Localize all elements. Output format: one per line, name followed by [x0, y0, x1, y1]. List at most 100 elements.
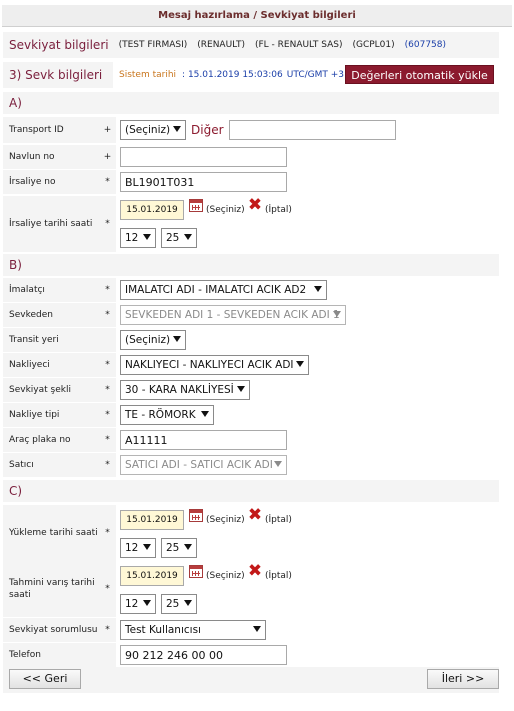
calendar-icon[interactable]: [189, 565, 203, 578]
irsaliye-cancel-label[interactable]: (İptal): [265, 205, 292, 215]
sevkeden-label: Sevkeden: [3, 303, 99, 327]
tahmini-select-label[interactable]: (Seçiniz): [206, 571, 245, 581]
tahmini-hour-select[interactable]: 12: [120, 594, 156, 614]
row-telefon: Telefon 90 212 246 00 00: [3, 643, 499, 667]
nakliye-tipi-label: Nakliye tipi: [3, 403, 99, 427]
transport-id-other-input[interactable]: [229, 120, 396, 140]
row-sevkiyat-sorumlusu: Sevkiyat sorumlusu * Test Kullanıcısı: [3, 618, 499, 642]
chevron-down-icon: [253, 626, 261, 632]
row-irsaliye-tarihi: İrsaliye tarihi saati * 15.01.2019 (Seçi…: [3, 196, 499, 252]
transit-yeri-select[interactable]: (Seçiniz): [120, 330, 186, 350]
sevkeden-select-value: SEVKEDEN ADI 1 - SEVKEDEN ACIK ADI 1: [125, 309, 340, 321]
irsaliye-no-label: İrsaliye no: [3, 170, 99, 194]
chevron-down-icon: [143, 600, 151, 606]
chevron-down-icon: [314, 286, 322, 292]
row-tahmini-varis: Tahmini varış tarihi saati * 15.01.2019 …: [3, 561, 499, 617]
arac-plaka-input[interactable]: A11111: [120, 430, 287, 450]
row-imalatci: İmalatçı * IMALATCI ADI - IMALATCI ACIK …: [3, 278, 499, 302]
imalatci-label: İmalatçı: [3, 278, 99, 302]
yukleme-tarihi-label: Yükleme tarihi saati: [3, 505, 99, 561]
arac-plaka-label: Araç plaka no: [3, 428, 99, 452]
tahmini-minute-value: 25: [166, 598, 180, 610]
nakliyeci-req: *: [99, 353, 116, 377]
tahmini-hour-value: 12: [125, 598, 139, 610]
chevron-down-icon: [173, 336, 181, 342]
group-c-header: C): [3, 480, 499, 502]
yukleme-minute-select[interactable]: 25: [161, 538, 197, 558]
nakliyeci-select[interactable]: NAKLIYECI - NAKLIYECI ACIK ADI: [120, 355, 309, 375]
irsaliye-no-input[interactable]: BL1901T031: [120, 172, 287, 192]
transport-id-select[interactable]: (Seçiniz): [120, 120, 186, 140]
sevkiyat-sekli-label: Sevkiyat şekli: [3, 378, 99, 402]
next-button[interactable]: İleri >>: [427, 669, 499, 689]
system-date-value: : 15.01.2019 15:03:06: [182, 70, 283, 80]
row-navlun-no: Navlun no +: [3, 145, 499, 169]
satici-label: Satıcı: [3, 453, 99, 477]
irsaliye-tarihi-req: *: [99, 196, 116, 252]
cancel-x-icon[interactable]: ✖: [247, 197, 263, 214]
info-bar: Sevkiyat bilgileri (TEST FIRMASI) (RENAU…: [3, 32, 499, 58]
chevron-down-icon: [296, 361, 304, 367]
imalatci-select[interactable]: IMALATCI ADI - IMALATCI ACIK AD2: [120, 280, 327, 300]
info-company: (FL - RENAULT SAS): [254, 40, 343, 50]
chevron-down-icon: [184, 234, 192, 240]
row-satici: Satıcı * SATICI ADI - SATICI ACIK ADI: [3, 453, 499, 477]
chevron-down-icon: [333, 311, 341, 317]
chevron-down-icon: [143, 544, 151, 550]
system-date-label: Sistem tarihi: [119, 70, 177, 80]
transport-id-label: Transport ID: [3, 117, 99, 143]
yukleme-minute-value: 25: [166, 542, 180, 554]
telefon-input[interactable]: 90 212 246 00 00: [120, 645, 287, 665]
group-a-header: A): [3, 92, 499, 114]
calendar-icon[interactable]: [189, 509, 203, 522]
page-title: Mesaj hazırlama / Sevkiyat bilgileri: [2, 5, 512, 27]
sevkiyat-sorumlusu-label: Sevkiyat sorumlusu: [3, 618, 99, 642]
yukleme-date-input[interactable]: 15.01.2019: [120, 510, 184, 530]
auto-load-button[interactable]: Değerleri otomatik yükle: [345, 65, 494, 84]
sevkiyat-sekli-select[interactable]: 30 - KARA NAKLİYESİ: [120, 380, 250, 400]
nakliye-tipi-select-value: TE - RÖMORK: [125, 409, 196, 421]
row-nakliye-tipi: Nakliye tipi * TE - RÖMORK: [3, 403, 499, 427]
sevkeden-select[interactable]: SEVKEDEN ADI 1 - SEVKEDEN ACIK ADI 1: [120, 305, 346, 325]
transit-yeri-req: [99, 328, 116, 352]
yukleme-select-label[interactable]: (Seçiniz): [206, 515, 245, 525]
sevkeden-req: *: [99, 303, 116, 327]
nakliye-tipi-req: *: [99, 403, 116, 427]
transport-id-req: +: [99, 117, 116, 143]
satici-select[interactable]: SATICI ADI - SATICI ACIK ADI: [120, 455, 287, 475]
irsaliye-minute-select[interactable]: 25: [161, 228, 197, 248]
satici-select-value: SATICI ADI - SATICI ACIK ADI: [125, 459, 273, 471]
nakliye-tipi-select[interactable]: TE - RÖMORK: [120, 405, 214, 425]
info-number: (607758): [404, 40, 447, 50]
group-b-header: B): [3, 254, 499, 276]
tahmini-cancel-label[interactable]: (İptal): [265, 571, 292, 581]
tahmini-minute-select[interactable]: 25: [161, 594, 197, 614]
transport-id-select-value: (Seçiniz): [125, 124, 171, 136]
yukleme-hour-value: 12: [125, 542, 139, 554]
info-code: (GCPL01): [352, 40, 395, 50]
irsaliye-tarihi-label: İrsaliye tarihi saati: [3, 196, 99, 252]
telefon-req: [99, 643, 116, 667]
nakliyeci-select-value: NAKLIYECI - NAKLIYECI ACIK ADI: [125, 359, 294, 371]
row-sevkeden: Sevkeden * SEVKEDEN ADI 1 - SEVKEDEN ACI…: [3, 303, 499, 327]
cancel-x-icon[interactable]: ✖: [247, 563, 263, 580]
tahmini-date-input[interactable]: 15.01.2019: [120, 566, 184, 586]
chevron-down-icon: [184, 600, 192, 606]
irsaliye-date-input[interactable]: 15.01.2019: [120, 200, 184, 220]
yukleme-hour-select[interactable]: 12: [120, 538, 156, 558]
navlun-no-input[interactable]: [120, 147, 287, 167]
back-button[interactable]: << Geri: [9, 669, 81, 689]
sevkiyat-sekli-req: *: [99, 378, 116, 402]
yukleme-cancel-label[interactable]: (İptal): [265, 515, 292, 525]
irsaliye-select-label[interactable]: (Seçiniz): [206, 205, 245, 215]
row-arac-plaka: Araç plaka no * A11111: [3, 428, 499, 452]
calendar-icon[interactable]: [189, 199, 203, 212]
tahmini-varis-req: *: [99, 561, 116, 617]
chevron-down-icon: [143, 234, 151, 240]
cancel-x-icon[interactable]: ✖: [247, 507, 263, 524]
chevron-down-icon: [184, 544, 192, 550]
irsaliye-hour-select[interactable]: 12: [120, 228, 156, 248]
sevkiyat-sorumlusu-select[interactable]: Test Kullanıcısı: [120, 620, 266, 640]
satici-req: *: [99, 453, 116, 477]
irsaliye-minute-value: 25: [166, 232, 180, 244]
